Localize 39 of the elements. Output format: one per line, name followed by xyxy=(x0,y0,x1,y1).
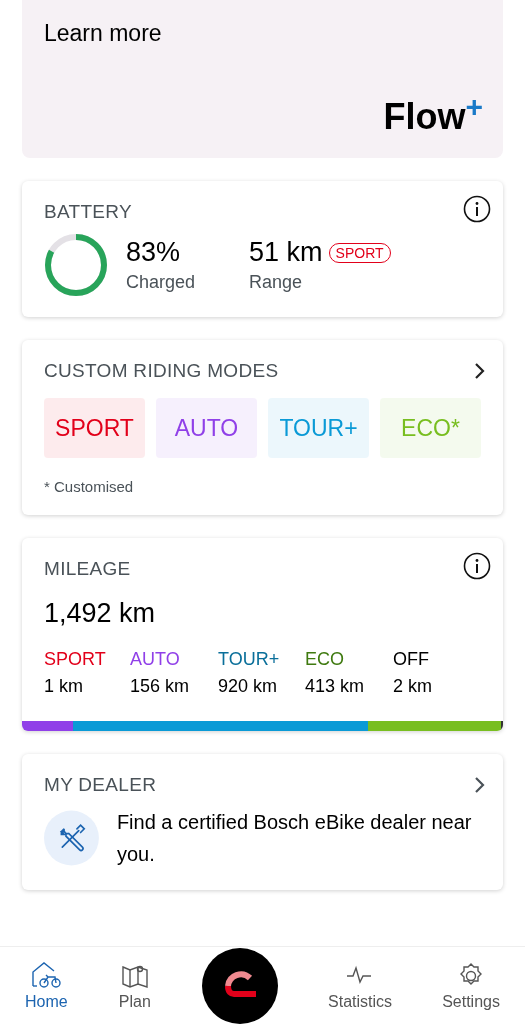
footnote: * Customised xyxy=(44,478,135,495)
battery-title: BATTERY xyxy=(44,201,132,223)
tools-icon xyxy=(44,808,99,868)
mode-distance: 156 km xyxy=(130,676,191,697)
mode-chip[interactable]: SPORT xyxy=(44,398,145,458)
mode-distance: 1 km xyxy=(44,676,84,697)
total-mileage: 1,492 km xyxy=(44,598,157,629)
nav-tab[interactable]: Plan xyxy=(117,960,152,1011)
learn-more-link[interactable]: Learn more xyxy=(44,20,487,47)
nav-tab[interactable]: Statistics xyxy=(328,960,393,1011)
mode-label: ECO xyxy=(305,649,345,670)
dealer-text: Find a certified Bosch eBike dealer near you. xyxy=(116,810,473,867)
mode-label: TOUR+ xyxy=(218,649,281,670)
promo-card[interactable]: Learn more Flow$^{+}$ xyxy=(22,0,503,158)
info-icon[interactable] xyxy=(463,552,491,580)
flow-logo: Flow$^{+}$ xyxy=(383,90,484,138)
charge-label: Charged xyxy=(126,272,196,293)
home-bike-icon xyxy=(29,960,64,991)
nav-tab[interactable]: Home xyxy=(25,960,68,1011)
mode-chip[interactable]: AUTO xyxy=(156,398,257,458)
mode-label: OFF xyxy=(393,649,430,670)
range-label: Range xyxy=(249,272,304,293)
nav-tab[interactable]: Settings xyxy=(442,960,500,1011)
riding-modes-card[interactable]: CUSTOM RIDING MODES SPORT AUTO TOUR+ ECO* * Customised xyxy=(22,340,503,515)
info-icon[interactable] xyxy=(463,195,491,223)
mode-distance: 2 km xyxy=(393,676,433,697)
range-value: 51 km xyxy=(249,237,323,268)
chevron-icon[interactable] xyxy=(473,362,485,380)
dealer-title: MY DEALER xyxy=(44,774,157,796)
battery-ring xyxy=(44,233,108,297)
charge-value: 83% xyxy=(126,237,182,268)
riding-modes-title: CUSTOM RIDING MODES xyxy=(44,360,279,382)
mode-distance: 920 km xyxy=(218,676,279,697)
mode-label: AUTO xyxy=(130,649,181,670)
mileage-title: MILEAGE xyxy=(44,558,131,580)
dealer-card[interactable]: MY DEALER Find a certified Bosch eBike dealer near you. xyxy=(22,754,503,890)
chevron-icon[interactable] xyxy=(473,776,485,794)
mode-label: SPORT xyxy=(44,649,107,670)
mode-distance: 413 km xyxy=(305,676,366,697)
